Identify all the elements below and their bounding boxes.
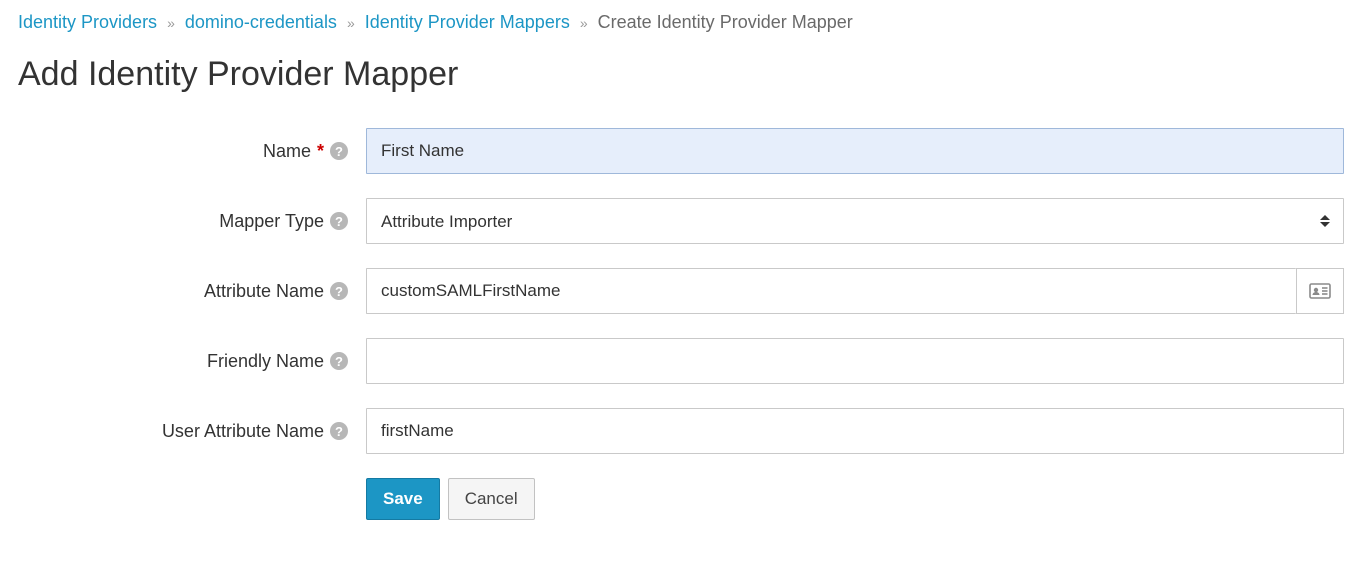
help-icon[interactable]: ? — [330, 212, 348, 230]
field-attribute-name: Attribute Name ? — [18, 268, 1344, 314]
required-asterisk: * — [317, 141, 324, 162]
user-attribute-name-input[interactable] — [366, 408, 1344, 454]
mapper-type-select[interactable]: Attribute Importer — [366, 198, 1344, 244]
help-icon[interactable]: ? — [330, 142, 348, 160]
help-icon[interactable]: ? — [330, 282, 348, 300]
breadcrumb-link-identity-providers[interactable]: Identity Providers — [18, 12, 157, 33]
breadcrumb: Identity Providers » domino-credentials … — [18, 12, 1344, 33]
label-friendly-name: Friendly Name ? — [18, 351, 366, 372]
label-name-text: Name — [263, 141, 311, 162]
label-friendly-name-text: Friendly Name — [207, 351, 324, 372]
cancel-button[interactable]: Cancel — [448, 478, 535, 520]
chevron-right-icon: » — [347, 15, 355, 31]
chevron-right-icon: » — [167, 15, 175, 31]
label-attribute-name-text: Attribute Name — [204, 281, 324, 302]
field-name: Name * ? — [18, 128, 1344, 174]
button-row: Save Cancel — [18, 478, 1344, 520]
breadcrumb-link-domino-credentials[interactable]: domino-credentials — [185, 12, 337, 33]
help-icon[interactable]: ? — [330, 422, 348, 440]
page-title: Add Identity Provider Mapper — [18, 55, 1344, 94]
breadcrumb-current: Create Identity Provider Mapper — [598, 12, 853, 33]
field-mapper-type: Mapper Type ? Attribute Importer — [18, 198, 1344, 244]
breadcrumb-link-identity-provider-mappers[interactable]: Identity Provider Mappers — [365, 12, 570, 33]
chevron-right-icon: » — [580, 15, 588, 31]
friendly-name-input[interactable] — [366, 338, 1344, 384]
label-attribute-name: Attribute Name ? — [18, 281, 366, 302]
id-card-icon — [1296, 268, 1344, 314]
help-icon[interactable]: ? — [330, 352, 348, 370]
label-user-attribute-name: User Attribute Name ? — [18, 421, 366, 442]
attribute-name-input[interactable] — [366, 268, 1296, 314]
field-friendly-name: Friendly Name ? — [18, 338, 1344, 384]
label-mapper-type: Mapper Type ? — [18, 211, 366, 232]
field-user-attribute-name: User Attribute Name ? — [18, 408, 1344, 454]
mapper-form: Name * ? Mapper Type ? Attribute Importe… — [18, 128, 1344, 520]
save-button[interactable]: Save — [366, 478, 440, 520]
label-user-attribute-name-text: User Attribute Name — [162, 421, 324, 442]
label-mapper-type-text: Mapper Type — [219, 211, 324, 232]
name-input[interactable] — [366, 128, 1344, 174]
label-name: Name * ? — [18, 141, 366, 162]
